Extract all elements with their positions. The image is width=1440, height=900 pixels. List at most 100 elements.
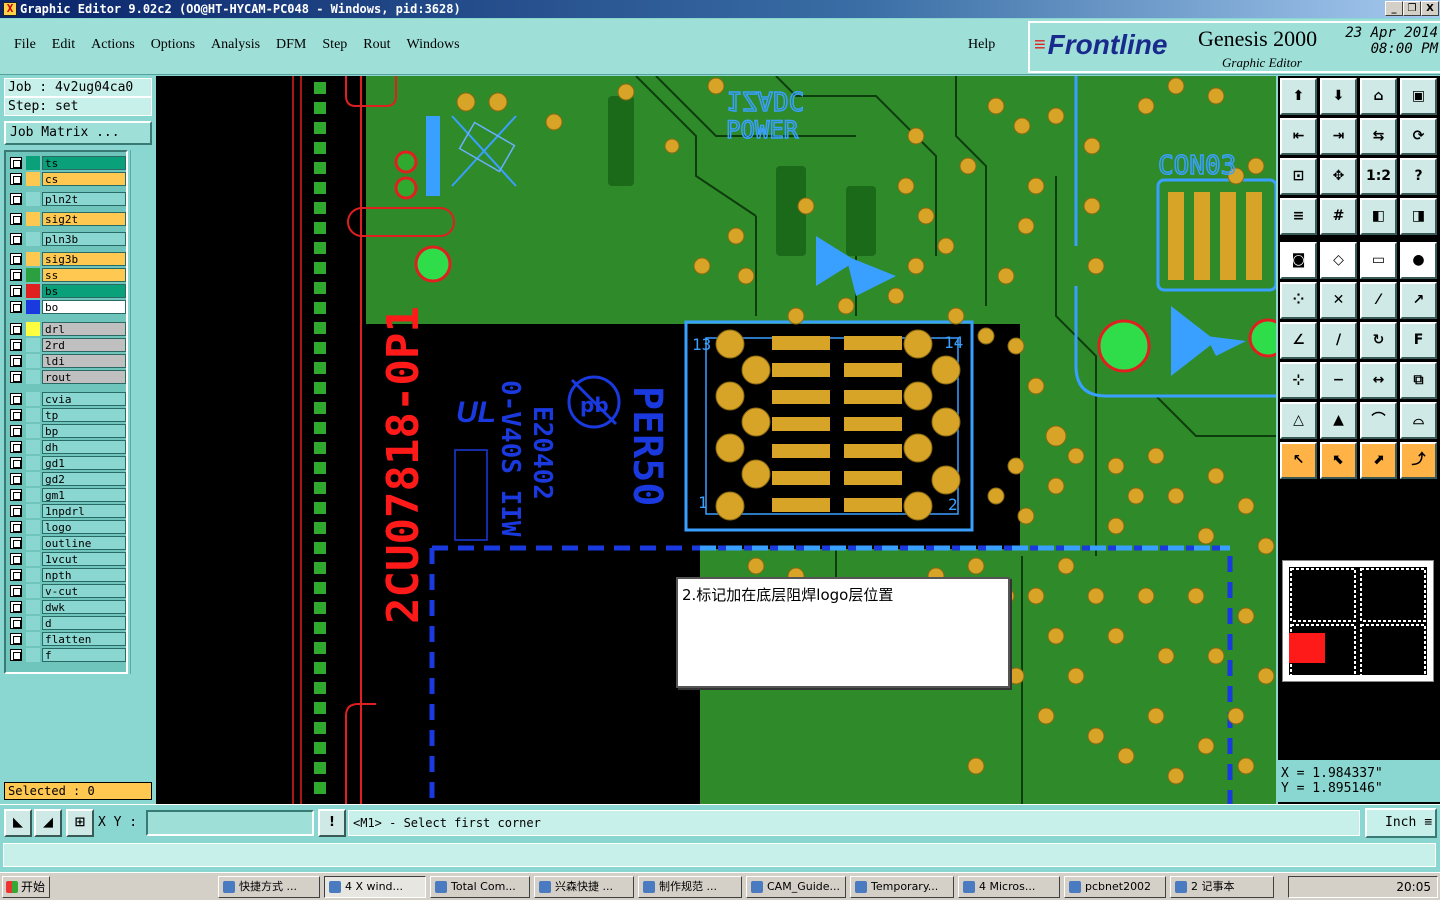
layer-checkbox[interactable] (10, 601, 22, 613)
layer-name[interactable]: sig3b (42, 252, 126, 266)
layer-row[interactable]: gd2 (8, 472, 126, 486)
layer-name[interactable]: ss (42, 268, 126, 282)
layer-name[interactable]: npth (42, 568, 126, 582)
select-area-icon[interactable]: ⬈ (1360, 442, 1397, 479)
layer-row[interactable]: bs (8, 284, 126, 298)
layer-checkbox[interactable] (10, 233, 22, 245)
taskbar-item[interactable]: 快捷方式 ... (218, 876, 320, 898)
layer-row[interactable]: ldi (8, 354, 126, 368)
layer-name[interactable]: dwk (42, 600, 126, 614)
layer-name[interactable]: pln2t (42, 192, 126, 206)
layer-name[interactable]: logo (42, 520, 126, 534)
layer-row[interactable]: gd1 (8, 456, 126, 470)
cross-icon[interactable]: ✕ (1320, 282, 1357, 319)
mirror-icon[interactable]: ⟳ (1400, 118, 1437, 155)
swap-icon[interactable]: ⇆ (1360, 118, 1397, 155)
menu-options[interactable]: Options (143, 37, 203, 53)
help-icon[interactable]: ? (1400, 158, 1437, 195)
layer-checkbox[interactable] (10, 569, 22, 581)
layer-name[interactable]: tp (42, 408, 126, 422)
layer-row[interactable]: tp (8, 408, 126, 422)
layer-row[interactable]: 1npdrl (8, 504, 126, 518)
layer-row[interactable]: dh (8, 440, 126, 454)
start-button[interactable]: 开始 (2, 876, 50, 898)
snap-icon[interactable]: ◢ (34, 809, 62, 837)
layer-name[interactable]: outline (42, 536, 126, 550)
taskbar-item[interactable]: 兴森快捷 ... (534, 876, 634, 898)
layer-name[interactable]: rout (42, 370, 126, 384)
arch-alt-icon[interactable]: ⌓ (1400, 402, 1437, 439)
layer-name[interactable]: drl (42, 322, 126, 336)
layer-checkbox[interactable] (10, 355, 22, 367)
layer-checkbox[interactable] (10, 425, 22, 437)
layer-checkbox[interactable] (10, 489, 22, 501)
home-icon[interactable]: ⌂ (1360, 78, 1397, 115)
import-icon[interactable]: ⇤ (1280, 118, 1317, 155)
layer-checkbox[interactable] (10, 157, 22, 169)
taskbar-item[interactable]: CAM_Guide... (746, 876, 846, 898)
menu-actions[interactable]: Actions (83, 37, 143, 53)
settings-icon[interactable]: ≡ (1280, 198, 1317, 235)
layer-row[interactable]: 1vcut (8, 552, 126, 566)
menu-dfm[interactable]: DFM (268, 37, 314, 53)
menu-analysis[interactable]: Analysis (203, 37, 268, 53)
eraser-icon[interactable]: ◇ (1320, 242, 1357, 279)
taskbar-item[interactable]: Temporary... (850, 876, 954, 898)
taskbar-item[interactable]: Total Com... (430, 876, 530, 898)
layer-checkbox[interactable] (10, 285, 22, 297)
layer-row[interactable]: 2rd (8, 338, 126, 352)
layer-name[interactable]: gm1 (42, 488, 126, 502)
layer-checkbox[interactable] (10, 371, 22, 383)
layer-checkbox[interactable] (10, 457, 22, 469)
layer-checkbox[interactable] (10, 649, 22, 661)
layer-name[interactable]: v-cut (42, 584, 126, 598)
layer-row[interactable]: rout (8, 370, 126, 384)
layer-checkbox[interactable] (10, 213, 22, 225)
layer-row[interactable]: logo (8, 520, 126, 534)
layer-name[interactable]: gd1 (42, 456, 126, 470)
measure-icon[interactable]: ◣ (4, 809, 32, 837)
restore-button[interactable]: ❐ (1403, 1, 1421, 16)
layer-checkbox[interactable] (10, 553, 22, 565)
arch-icon[interactable]: ⌒ (1360, 402, 1397, 439)
layer-name[interactable]: bp (42, 424, 126, 438)
layer-name[interactable]: bo (42, 300, 126, 314)
select-path-icon[interactable]: ⤴ (1400, 442, 1437, 479)
layer-checkbox[interactable] (10, 409, 22, 421)
layer-row[interactable]: v-cut (8, 584, 126, 598)
grid-icon[interactable]: # (1320, 198, 1357, 235)
layer-row[interactable]: f (8, 648, 126, 662)
layer-row[interactable]: pln3b (8, 232, 126, 246)
layer-checkbox[interactable] (10, 301, 22, 313)
alert-button[interactable]: ! (318, 809, 346, 837)
line-icon[interactable]: ⁄ (1360, 282, 1397, 319)
menu-file[interactable]: File (6, 37, 44, 53)
layer-row[interactable]: cs (8, 172, 126, 186)
text-icon[interactable]: F (1400, 322, 1437, 359)
layer-row[interactable]: sig2t (8, 212, 126, 226)
stretch-icon[interactable]: ↔ (1360, 362, 1397, 399)
open-icon[interactable]: ⬇ (1320, 78, 1357, 115)
connect-icon[interactable]: ⁘ (1280, 282, 1317, 319)
layer-name[interactable]: d (42, 616, 126, 630)
layer-checkbox[interactable] (10, 393, 22, 405)
menu-rout[interactable]: Rout (355, 37, 398, 53)
slash-icon[interactable]: / (1320, 322, 1357, 359)
line-add-icon[interactable]: ↗ (1400, 282, 1437, 319)
layer-checkbox[interactable] (10, 505, 22, 517)
layer-checkbox[interactable] (10, 441, 22, 453)
layer-checkbox[interactable] (10, 269, 22, 281)
arc-icon[interactable]: ↻ (1360, 322, 1397, 359)
layer-row[interactable]: bo (8, 300, 126, 314)
layer-name[interactable]: sig2t (42, 212, 126, 226)
taskbar-item[interactable]: 制作规范 ... (638, 876, 742, 898)
layer-name[interactable]: f (42, 648, 126, 662)
layer-row[interactable]: npth (8, 568, 126, 582)
select-box-icon[interactable]: ⬉ (1320, 442, 1357, 479)
layer-scrollbar[interactable] (130, 150, 154, 674)
scale-1-2-icon[interactable]: 1:2 (1360, 158, 1397, 195)
taskbar-item[interactable]: 4 Micros... (958, 876, 1060, 898)
export-icon[interactable]: ⇥ (1320, 118, 1357, 155)
job-matrix-button[interactable]: Job Matrix ... (4, 121, 152, 145)
layer-name[interactable]: pln3b (42, 232, 126, 246)
